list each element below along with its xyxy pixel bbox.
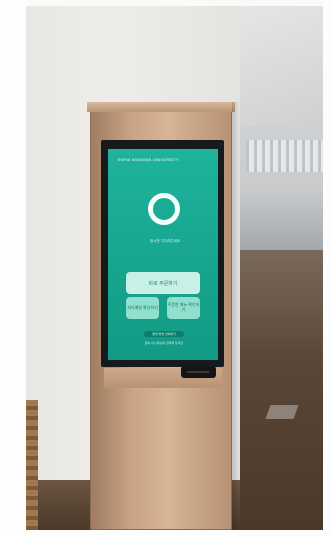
photo-scene: EWHA WOMANS UNIVERSITY 잠시만 기다려주세요 바로 주문하… bbox=[0, 0, 331, 536]
card-reader[interactable] bbox=[181, 366, 216, 378]
check-order-button[interactable]: 주문한 메뉴 확인하기 bbox=[167, 297, 200, 319]
payment-method-button[interactable]: 결제 방법 선택하기 bbox=[144, 331, 184, 337]
loading-ring-icon bbox=[148, 193, 180, 225]
hallway-ceiling bbox=[240, 6, 323, 126]
screen-header: EWHA WOMANS UNIVERSITY bbox=[118, 157, 179, 162]
floor-mat bbox=[265, 405, 299, 419]
screen-footer: 원하시는 메뉴를 선택해 주세요 bbox=[144, 341, 184, 345]
photo-border-bottom bbox=[0, 530, 331, 536]
photo-border-right bbox=[323, 0, 331, 536]
balcony-railing bbox=[246, 140, 323, 172]
screen-caption: 잠시만 기다려주세요 bbox=[150, 239, 180, 243]
kiosk-screen: EWHA WOMANS UNIVERSITY 잠시만 기다려주세요 바로 주문하… bbox=[108, 149, 218, 360]
order-now-button[interactable]: 바로 주문하기 bbox=[126, 272, 200, 294]
check-seat-button[interactable]: 자리배정 확인하기 bbox=[126, 297, 159, 319]
kiosk-top-cap bbox=[87, 102, 235, 112]
kiosk-shadow bbox=[232, 102, 240, 530]
wooden-bench bbox=[26, 400, 38, 530]
hallway-floor bbox=[240, 250, 323, 530]
photo-border-left bbox=[0, 0, 26, 536]
